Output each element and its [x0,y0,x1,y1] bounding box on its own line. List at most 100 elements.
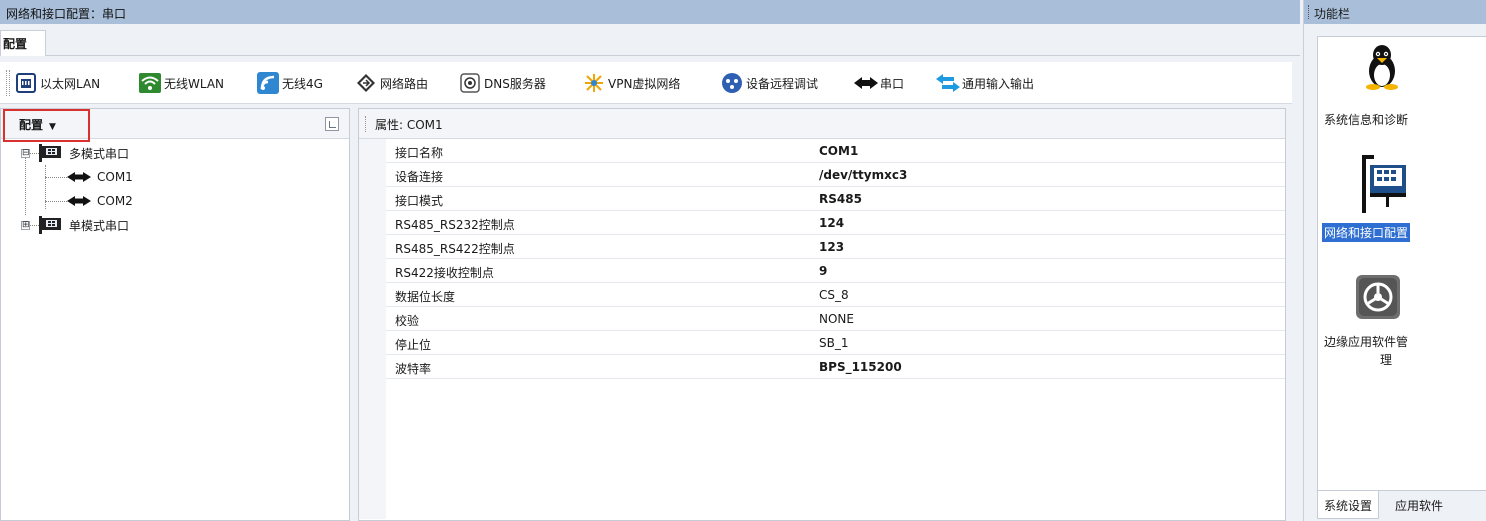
row-gutter [359,283,386,307]
serial-port-icon [67,195,91,207]
tree-node-label: 单模式串口 [69,218,130,233]
config-dropdown[interactable]: 配置 ▼ [3,109,90,142]
tree-node-label: COM1 [97,170,133,184]
toolbar-remote-debug[interactable]: 设备远程调试 [720,71,818,95]
property-key: 设备连接 [395,170,444,184]
vpn-icon [582,72,606,94]
toolbar-ethernet-lan[interactable]: 以太网LAN [14,71,100,95]
sidebar-body: 系统信息和诊断 网络和接口配置 边缘应用软件管 理 [1317,36,1486,491]
sidebar-item-edge-app-manage[interactable]: 边缘应用软件管 理 [1318,271,1486,381]
row-gutter [359,331,386,355]
property-key: 数据位长度 [395,290,456,304]
property-key: 接口模式 [395,194,444,208]
property-value[interactable]: NONE [819,312,854,326]
tree-node-label: COM2 [97,194,133,208]
tree-view-toggle-icon[interactable] [325,117,339,131]
sidebar-item-label: 边缘应用软件管 [1324,335,1409,349]
wifi-icon [138,72,162,94]
toolbar-vpn-label: VPN虚拟网络 [608,76,681,91]
property-row[interactable]: RS485_RS232控制点 124 [359,211,1285,235]
property-row[interactable]: RS422接收控制点 9 [359,259,1285,283]
toolbar-dns-label: DNS服务器 [484,76,546,91]
tab-config[interactable]: 配置 [0,30,47,56]
row-gutter [359,355,386,379]
property-value[interactable]: 9 [819,264,827,278]
window-title: 网络和接口配置：串口 [0,0,1300,24]
row-gutter [359,211,386,235]
expand-icon[interactable]: ⊞ [21,221,30,230]
toolbar-serial-label: 串口 [880,76,905,91]
property-key: RS422接收控制点 [395,266,494,280]
sidebar-item-label: 系统信息和诊断 [1324,113,1409,127]
config-dropdown-label: 配置 [19,118,44,132]
property-row[interactable]: 停止位 SB_1 [359,331,1285,355]
router-icon [354,72,378,94]
property-value[interactable]: RS485 [819,192,862,206]
toolbar-ethernet-label: 以太网LAN [40,76,101,91]
sidebar-tabs: 系统设置 应用软件 [1317,491,1486,521]
row-gutter [359,139,386,163]
property-row[interactable]: 校验 NONE [359,307,1285,331]
property-row[interactable]: 波特率 BPS_115200 [359,355,1285,379]
sidebar-item-label: 网络和接口配置 [1322,223,1411,242]
toolbar-grip[interactable] [6,70,10,96]
tree-node-multi-mode-serial[interactable]: 多模式串口 [39,142,129,164]
linux-penguin-icon [1362,43,1402,90]
property-key: 停止位 [395,338,432,352]
row-gutter [359,163,386,187]
toolbar-4g-label: 无线4G [282,76,323,91]
network-card-icon [39,144,63,162]
property-key: 波特率 [395,362,432,376]
tree-node-label: 多模式串口 [69,146,130,161]
property-row[interactable]: 数据位长度 CS_8 [359,283,1285,307]
toolbar-gpio[interactable]: 通用输入输出 [936,71,1034,95]
sidebar-item-network-config[interactable]: 网络和接口配置 [1318,149,1486,249]
toolbar-router[interactable]: 网络路由 [354,71,428,95]
property-panel: 属性: COM1 接口名称 COM1 设备连接/dev/ttymxc3 接口模式 RS4… [358,108,1286,521]
property-value[interactable]: SB_1 [819,336,848,350]
network-card-icon [1356,155,1412,215]
toolbar-serial[interactable]: 串口 [854,71,904,95]
property-row[interactable]: 设备连接/dev/ttymxc3 [359,163,1285,187]
row-gutter [359,307,386,331]
property-value[interactable]: COM1 [819,144,858,158]
sidebar-title: 功能栏 [1314,7,1351,21]
property-row[interactable]: 接口名称 COM1 [359,139,1285,163]
tree-node-com1[interactable]: COM1 [67,166,133,188]
toolbar-dns[interactable]: DNS服务器 [458,71,546,95]
tab-applications[interactable]: 应用软件 [1389,491,1449,519]
network-card-icon [39,216,63,234]
property-key: RS485_RS232控制点 [395,218,515,232]
toolbar-4g[interactable]: 无线4G [256,71,323,95]
dns-server-icon [458,72,482,94]
tree-node-com2[interactable]: COM2 [67,190,133,212]
row-gutter-empty [359,379,386,519]
property-key: 校验 [395,314,420,328]
remote-debug-icon [720,72,744,94]
toolbar-wlan[interactable]: 无线WLAN [138,71,224,95]
toolbar-vpn[interactable]: VPN虚拟网络 [582,71,680,95]
tree-panel-header: 配置 ▼ [1,109,349,142]
collapse-icon[interactable]: ⊟ [21,149,30,158]
panel-grip [365,116,366,132]
property-value[interactable]: CS_8 [819,288,849,302]
property-value[interactable]: 124 [819,216,844,230]
toolbar: 以太网LAN 无线WLAN 无线4G 网络路由 DNS服务器 VPN虚拟网络 设… [0,62,1292,104]
property-value[interactable]: 123 [819,240,844,254]
toolbar-wlan-label: 无线WLAN [164,76,225,91]
cellular-4g-icon [256,72,280,94]
settings-gear-icon [1354,273,1404,323]
sidebar-item-label-line2: 理 [1380,353,1393,367]
property-row[interactable]: RS485_RS422控制点 123 [359,235,1285,259]
property-value[interactable]: /dev/ttymxc3 [819,168,907,182]
serial-port-icon [854,72,878,94]
sidebar-item-system-info[interactable]: 系统信息和诊断 [1318,43,1486,133]
property-value[interactable]: BPS_115200 [819,360,902,374]
row-gutter [359,259,386,283]
gpio-icon [936,72,960,94]
tab-system-settings[interactable]: 系统设置 [1317,491,1380,519]
toolbar-gpio-label: 通用输入输出 [962,76,1035,91]
property-row[interactable]: 接口模式 RS485 [359,187,1285,211]
tree-panel: 配置 ▼ ⊟ 多模式串口 COM1 COM2 ⊞ 单模式串口 [0,108,350,521]
tree-node-single-mode-serial[interactable]: 单模式串口 [39,214,129,236]
